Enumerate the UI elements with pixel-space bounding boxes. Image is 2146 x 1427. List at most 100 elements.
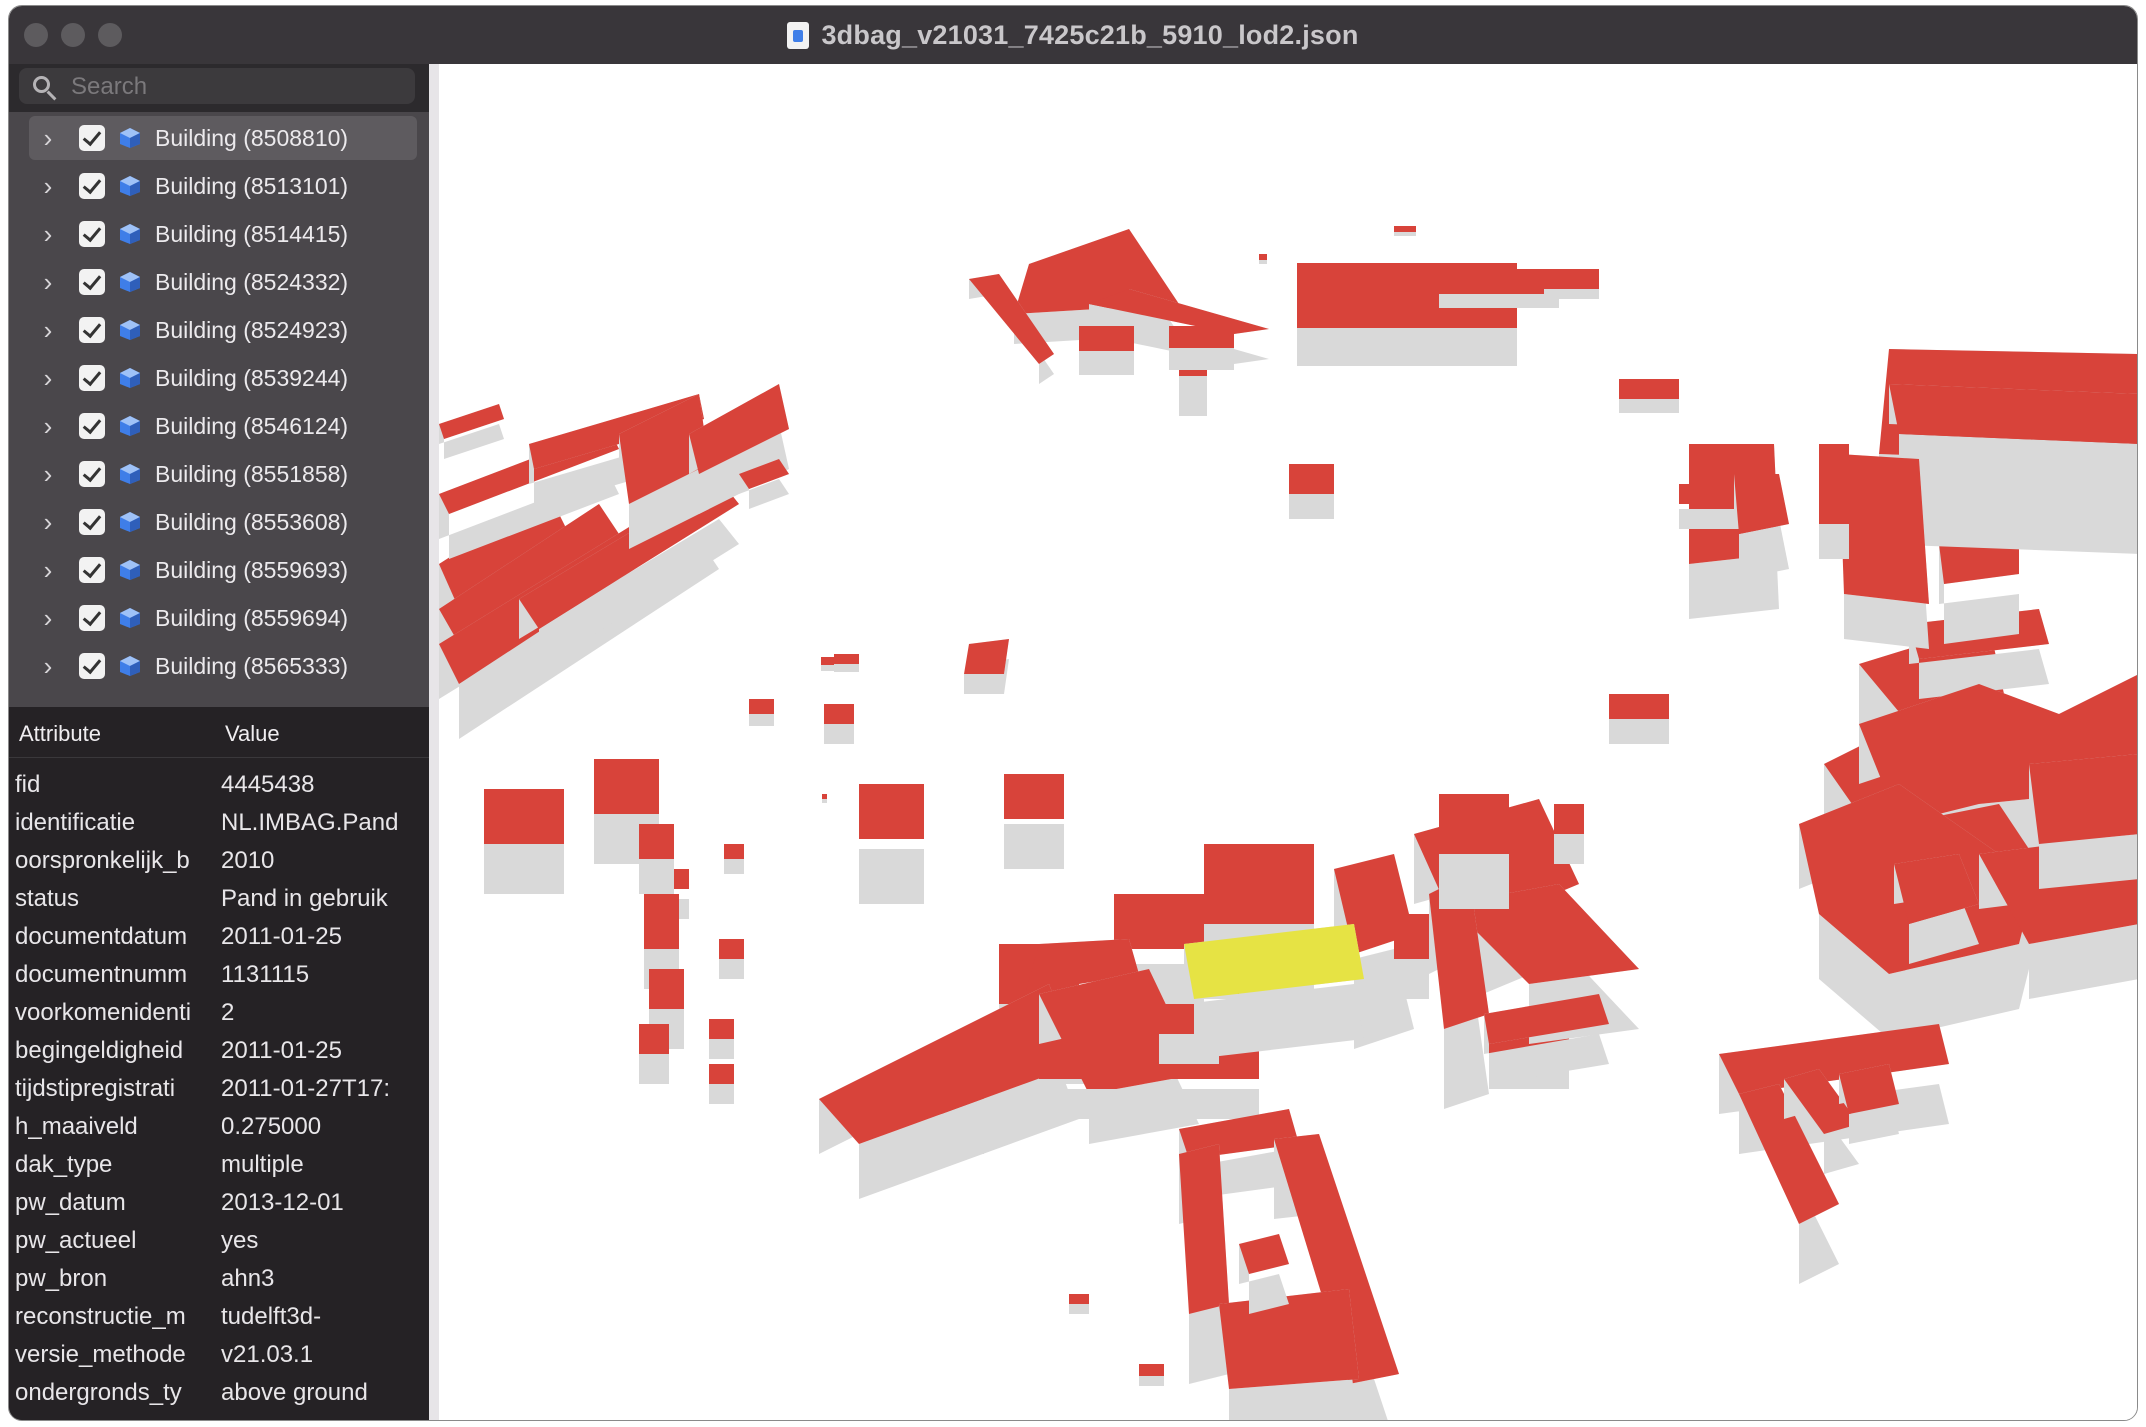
attribute-value: 1131115 bbox=[221, 961, 310, 988]
attribute-row[interactable]: reconstructie_m tudelft3d- bbox=[9, 1297, 429, 1335]
building-mesh[interactable] bbox=[1139, 1364, 1164, 1386]
building-mesh[interactable] bbox=[1554, 804, 1584, 864]
visibility-checkbox[interactable] bbox=[79, 461, 105, 487]
tree-item-building[interactable]: › Building (8514415) bbox=[29, 212, 417, 256]
chevron-right-icon[interactable]: › bbox=[33, 363, 63, 394]
visibility-checkbox[interactable] bbox=[79, 557, 105, 583]
city-model-scene[interactable] bbox=[439, 64, 2138, 1421]
building-mesh[interactable] bbox=[1609, 694, 1669, 744]
building-mesh[interactable] bbox=[1394, 914, 1429, 999]
building-mesh[interactable] bbox=[1079, 326, 1134, 375]
building-mesh[interactable] bbox=[1544, 269, 1599, 299]
attribute-row[interactable]: documentdatum 2011-01-25 bbox=[9, 917, 429, 955]
visibility-checkbox[interactable] bbox=[79, 221, 105, 247]
building-mesh[interactable] bbox=[749, 699, 774, 726]
building-mesh[interactable] bbox=[1259, 254, 1267, 264]
tree-item-label: Building (8508810) bbox=[155, 124, 349, 151]
building-mesh[interactable] bbox=[1069, 1294, 1089, 1314]
building-mesh[interactable] bbox=[1219, 1289, 1359, 1421]
chevron-right-icon[interactable]: › bbox=[33, 171, 63, 202]
tree-item-building[interactable]: › Building (8539244) bbox=[29, 356, 417, 400]
building-mesh[interactable] bbox=[859, 784, 924, 904]
chevron-right-icon[interactable]: › bbox=[33, 411, 63, 442]
attribute-row[interactable]: identificatie NL.IMBAG.Pand bbox=[9, 803, 429, 841]
tree-item-label: Building (8539244) bbox=[155, 364, 349, 391]
visibility-checkbox[interactable] bbox=[79, 269, 105, 295]
tree-item-building[interactable]: › Building (8559693) bbox=[29, 548, 417, 592]
chevron-right-icon[interactable]: › bbox=[33, 267, 63, 298]
tree-item-building[interactable]: › Building (8553608) bbox=[29, 500, 417, 544]
building-mesh[interactable] bbox=[1004, 774, 1064, 869]
value-column-header[interactable]: Value bbox=[225, 721, 280, 747]
visibility-checkbox[interactable] bbox=[79, 317, 105, 343]
tree-item-building[interactable]: › Building (8524332) bbox=[29, 260, 417, 304]
visibility-checkbox[interactable] bbox=[79, 173, 105, 199]
building-mesh[interactable] bbox=[724, 844, 744, 874]
attribute-row[interactable]: begingeldigheid 2011-01-25 bbox=[9, 1031, 429, 1069]
attribute-row[interactable]: h_maaiveld 0.275000 bbox=[9, 1107, 429, 1145]
chevron-right-icon[interactable]: › bbox=[33, 603, 63, 634]
attribute-row[interactable]: voorkomenidenti 2 bbox=[9, 993, 429, 1031]
building-mesh[interactable] bbox=[709, 1064, 734, 1104]
building-mesh[interactable] bbox=[1734, 474, 1789, 579]
search-input[interactable] bbox=[69, 68, 403, 106]
tree-item-building[interactable]: › Building (8546124) bbox=[29, 404, 417, 448]
chevron-right-icon[interactable]: › bbox=[33, 459, 63, 490]
tree-item-building[interactable]: › Building (8565333) bbox=[29, 644, 417, 688]
building-mesh[interactable] bbox=[1889, 384, 2138, 484]
chevron-right-icon[interactable]: › bbox=[33, 555, 63, 586]
building-mesh[interactable] bbox=[2029, 754, 2138, 889]
building-roof bbox=[1839, 454, 1929, 604]
building-mesh[interactable] bbox=[1169, 326, 1234, 370]
building-mesh[interactable] bbox=[822, 794, 827, 803]
building-mesh[interactable] bbox=[834, 654, 859, 672]
building-mesh[interactable] bbox=[964, 639, 1009, 694]
tree-item-building[interactable]: › Building (8559694) bbox=[29, 596, 417, 640]
building-mesh[interactable] bbox=[439, 404, 504, 459]
attribute-row[interactable]: oorspronkelijk_b 2010 bbox=[9, 841, 429, 879]
attribute-row[interactable]: dak_type multiple bbox=[9, 1145, 429, 1183]
visibility-checkbox[interactable] bbox=[79, 509, 105, 535]
attribute-row[interactable]: pw_actueel yes bbox=[9, 1221, 429, 1259]
chevron-right-icon[interactable]: › bbox=[33, 219, 63, 250]
building-mesh[interactable] bbox=[1394, 226, 1416, 236]
building-mesh[interactable] bbox=[639, 1024, 669, 1084]
visibility-checkbox[interactable] bbox=[79, 653, 105, 679]
chevron-right-icon[interactable]: › bbox=[33, 507, 63, 538]
building-mesh[interactable] bbox=[1439, 269, 1559, 308]
tree-item-building[interactable]: › Building (8508810) bbox=[29, 116, 417, 160]
building-mesh[interactable] bbox=[1819, 444, 1849, 559]
chevron-right-icon[interactable]: › bbox=[33, 123, 63, 154]
attribute-row[interactable]: tijdstipregistrati 2011-01-27T17: bbox=[9, 1069, 429, 1107]
visibility-checkbox[interactable] bbox=[79, 125, 105, 151]
attribute-row[interactable]: status Pand in gebruik bbox=[9, 879, 429, 917]
building-mesh[interactable] bbox=[1839, 454, 1929, 649]
tree-item-building[interactable]: › Building (8524923) bbox=[29, 308, 417, 352]
attribute-row[interactable]: pw_datum 2013-12-01 bbox=[9, 1183, 429, 1221]
visibility-checkbox[interactable] bbox=[79, 605, 105, 631]
visibility-checkbox[interactable] bbox=[79, 365, 105, 391]
attribute-row[interactable]: fid 4445438 bbox=[9, 765, 429, 803]
building-mesh[interactable] bbox=[1619, 379, 1679, 413]
attribute-row[interactable]: versie_methode v21.03.1 bbox=[9, 1335, 429, 1373]
attribute-column-header[interactable]: Attribute bbox=[19, 721, 101, 747]
building-mesh[interactable] bbox=[709, 1019, 734, 1059]
building-mesh[interactable] bbox=[1289, 464, 1334, 519]
3d-viewer[interactable] bbox=[439, 64, 2137, 1420]
tree-item-building[interactable]: › Building (8551858) bbox=[29, 452, 417, 496]
building-mesh[interactable] bbox=[484, 789, 564, 894]
visibility-checkbox[interactable] bbox=[79, 413, 105, 439]
object-tree[interactable]: › Building (8508810) › Building (8513101) › B… bbox=[9, 112, 429, 707]
building-mesh[interactable] bbox=[824, 704, 854, 744]
chevron-right-icon[interactable]: › bbox=[33, 651, 63, 682]
search-field[interactable] bbox=[19, 68, 415, 106]
chevron-right-icon[interactable]: › bbox=[33, 315, 63, 346]
building-mesh[interactable] bbox=[719, 939, 744, 979]
attribute-row[interactable]: ondergronds_ty above ground bbox=[9, 1373, 429, 1411]
building-mesh[interactable] bbox=[639, 824, 674, 894]
building-mesh[interactable] bbox=[1939, 534, 2019, 644]
attribute-row[interactable]: pw_bron ahn3 bbox=[9, 1259, 429, 1297]
tree-item-building[interactable]: › Building (8513101) bbox=[29, 164, 417, 208]
attribute-row[interactable]: documentnumm 1131115 bbox=[9, 955, 429, 993]
sidebar-splitter[interactable] bbox=[429, 64, 439, 1420]
